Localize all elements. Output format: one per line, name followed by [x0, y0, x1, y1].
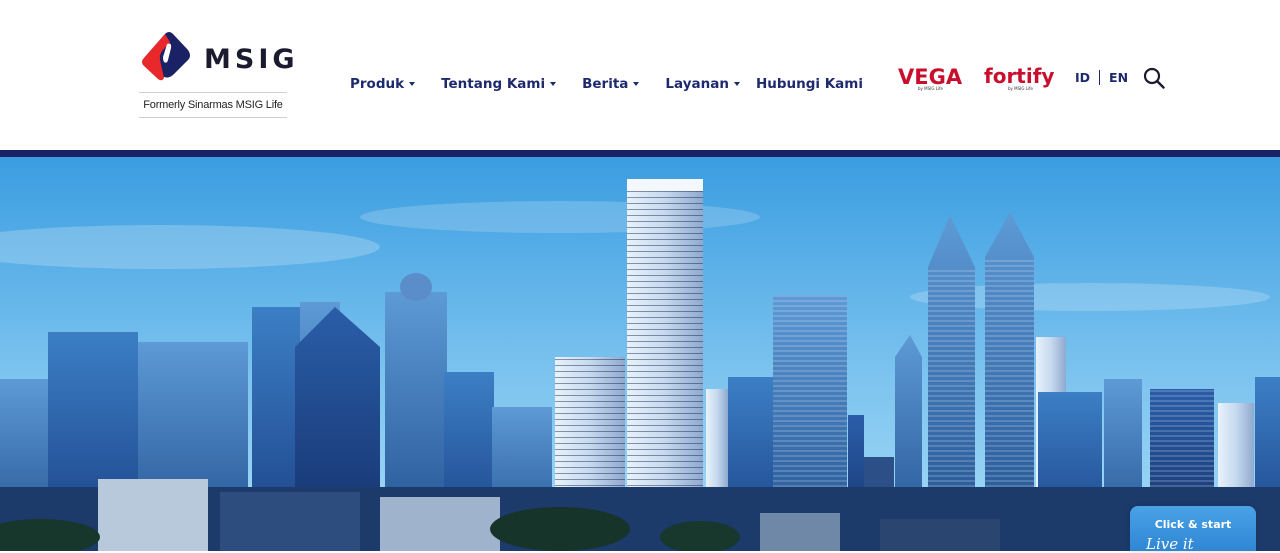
click-and-start-button[interactable]: Click & start Live it	[1130, 506, 1256, 553]
cta-script-text: Live it	[1146, 535, 1194, 553]
caret-down-icon	[409, 82, 416, 86]
hero-banner	[0, 157, 1280, 551]
nav-item-label: Produk	[350, 76, 405, 92]
header-divider	[0, 150, 1280, 157]
msig-logo-mark-icon	[142, 32, 190, 81]
nav-item-label: Berita	[582, 76, 629, 92]
main-nav: Produk Tentang Kami Berita Layanan Hubun…	[350, 74, 863, 94]
logo-wordmark: MSIG	[204, 44, 299, 75]
nav-item-label: Layanan	[665, 76, 729, 92]
caret-down-icon	[633, 82, 640, 86]
logo-subtitle: Formerly Sinarmas MSIG Life	[139, 92, 287, 118]
nav-item-layanan[interactable]: Layanan	[665, 76, 740, 92]
nav-item-produk[interactable]: Produk	[350, 76, 416, 92]
nav-item-tentang-kami[interactable]: Tentang Kami	[441, 76, 557, 92]
vega-tagline: by MSIG Life	[918, 86, 943, 91]
lang-option-en[interactable]: EN	[1109, 70, 1128, 85]
lang-option-id[interactable]: ID	[1075, 70, 1090, 85]
vega-brand-link[interactable]: VEGA by MSIG Life	[898, 65, 968, 91]
city-skyline-image	[0, 157, 1280, 551]
search-icon[interactable]	[1143, 67, 1165, 89]
caret-down-icon	[733, 82, 740, 86]
nav-item-berita[interactable]: Berita	[582, 76, 640, 92]
nav-item-label: Hubungi Kami	[755, 76, 863, 92]
msig-logo[interactable]: MSIG Formerly Sinarmas MSIG Life	[138, 28, 295, 120]
fortify-tagline: by MSIG Life	[1008, 86, 1033, 91]
cta-title: Click & start	[1154, 518, 1232, 531]
nav-item-label: Tentang Kami	[441, 76, 546, 92]
language-switcher: ID EN	[1075, 70, 1128, 85]
fortify-wordmark: fortify	[984, 64, 1054, 88]
lang-divider	[1099, 70, 1101, 85]
site-header: MSIG Formerly Sinarmas MSIG Life Produk …	[0, 0, 1280, 150]
nav-item-hubungi-kami[interactable]: Hubungi Kami	[756, 76, 863, 92]
caret-down-icon	[550, 82, 557, 86]
fortify-brand-link[interactable]: fortify by MSIG Life	[984, 63, 1054, 91]
